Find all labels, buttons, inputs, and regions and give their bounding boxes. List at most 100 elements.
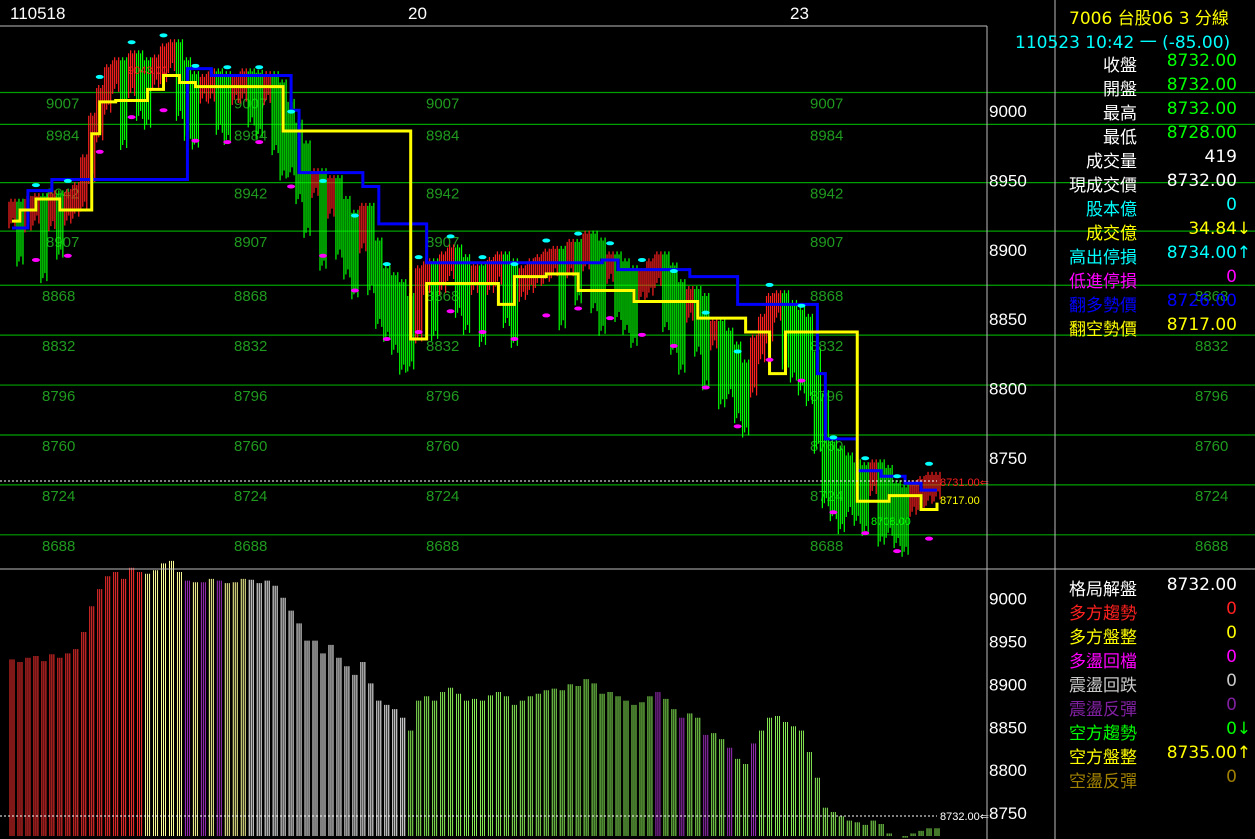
level-label: 8832	[810, 338, 843, 355]
info-row: 開盤 8732.00	[1055, 75, 1245, 100]
low-marker	[31, 257, 40, 262]
high-marker	[765, 282, 774, 287]
low-marker	[542, 313, 551, 318]
level-label: 8760	[1195, 438, 1228, 455]
info-value: 8732.00	[1166, 51, 1237, 71]
low-marker	[382, 336, 391, 341]
info-row: 股本億 0	[1055, 195, 1245, 220]
info-value: 0	[1226, 267, 1237, 287]
level-label: 8868	[810, 288, 843, 305]
high-marker	[861, 456, 870, 461]
info-label: 開盤	[1103, 80, 1137, 100]
high-marker	[63, 178, 72, 183]
info-row: 低進停損 0	[1055, 267, 1245, 292]
level-label: 8832	[426, 338, 459, 355]
status-row: 多盪回檔 0	[1055, 647, 1245, 672]
low-marker	[765, 357, 774, 362]
status-label: 多方盤整	[1069, 628, 1137, 648]
level-label: 8832	[234, 338, 267, 355]
status-label: 格局解盤	[1069, 580, 1137, 600]
high-marker	[733, 349, 742, 354]
level-label: 8907	[234, 234, 267, 251]
lower-y-tick-label: 9000	[989, 590, 1027, 609]
high-marker	[191, 63, 200, 68]
high-marker	[893, 474, 902, 479]
info-label: 現成交價	[1069, 176, 1137, 196]
status-row: 空盪反彈 0	[1055, 767, 1245, 792]
low-marker	[350, 288, 359, 293]
level-label: 8796	[234, 388, 267, 405]
level-label: 8832	[1195, 338, 1228, 355]
low-marker	[478, 330, 487, 335]
status-value: 0	[1226, 599, 1237, 619]
y-tick-label: 8900	[989, 241, 1027, 260]
high-marker	[478, 255, 487, 260]
low-price-label: 8708.00	[871, 516, 911, 528]
level-label: 8724	[1195, 488, 1228, 505]
info-label: 股本億	[1086, 200, 1137, 220]
info-value: 8728.00	[1166, 123, 1237, 143]
info-value: 8717.00	[1166, 315, 1237, 335]
lower-y-tick-label: 8750	[989, 804, 1027, 823]
symbol-line: 7006 台股06 3 分線	[1069, 9, 1229, 29]
info-value: 8726.00	[1166, 291, 1237, 311]
low-marker	[733, 424, 742, 429]
level-label: 8942	[810, 186, 843, 203]
low-marker	[637, 332, 646, 337]
high-marker	[829, 435, 838, 440]
status-value: 0	[1226, 623, 1237, 643]
low-marker	[414, 330, 423, 335]
high-marker	[159, 33, 168, 38]
low-marker	[63, 253, 72, 258]
time-line: 110523 10:42 一 (-85.00)	[1015, 33, 1231, 53]
high-marker	[510, 262, 519, 267]
last-price-label: 8731.00⇐	[940, 477, 989, 489]
y-tick-label: 8800	[989, 380, 1027, 399]
info-row: 高出停損 8734.00 ↑	[1055, 243, 1251, 268]
date-label-mid: 20	[408, 4, 427, 23]
status-value: 8735.00	[1166, 743, 1237, 763]
info-value: 8732.00	[1166, 171, 1237, 191]
high-marker	[318, 178, 327, 183]
level-label: 8796	[42, 388, 75, 405]
status-row: 空方趨勢 0 ↓	[1055, 719, 1251, 744]
high-marker	[542, 238, 551, 243]
level-label: 8984	[810, 127, 843, 144]
level-label: 8868	[426, 288, 459, 305]
y-tick-label: 8750	[989, 449, 1027, 468]
level-label: 8724	[426, 488, 459, 505]
indicator-lines	[12, 67, 939, 512]
high-price-label: 9043.00	[128, 65, 168, 77]
high-marker	[95, 74, 104, 79]
info-value: 419	[1204, 147, 1237, 167]
low-marker	[287, 184, 296, 189]
info-value: 8732.00	[1166, 75, 1237, 95]
level-label: 8984	[426, 127, 459, 144]
level-label: 8760	[426, 438, 459, 455]
info-row: 翻多勢價 8726.00	[1055, 291, 1245, 316]
reverse-long-line	[12, 67, 937, 492]
candles	[8, 39, 941, 557]
high-marker	[223, 65, 232, 70]
info-label: 低進停損	[1069, 272, 1137, 292]
level-label: 8942	[426, 186, 459, 203]
trend-arrow-icon: ↑	[1236, 743, 1251, 763]
low-marker	[191, 138, 200, 143]
high-marker	[255, 65, 264, 70]
level-label: 8724	[234, 488, 267, 505]
status-label: 多方趨勢	[1069, 604, 1137, 624]
status-value: 0	[1226, 767, 1237, 787]
info-label: 最低	[1103, 128, 1137, 148]
status-label: 震盪回跌	[1069, 676, 1137, 696]
lower-y-tick-label: 8850	[989, 718, 1027, 737]
high-marker	[574, 231, 583, 236]
high-marker	[287, 109, 296, 114]
level-label: 8688	[1195, 538, 1228, 555]
low-marker	[223, 140, 232, 145]
status-row: 震盪反彈 0	[1055, 695, 1245, 720]
high-marker	[382, 262, 391, 267]
level-label: 8832	[42, 338, 75, 355]
low-marker	[95, 149, 104, 154]
level-label: 8688	[426, 538, 459, 555]
status-value: 0	[1226, 671, 1237, 691]
